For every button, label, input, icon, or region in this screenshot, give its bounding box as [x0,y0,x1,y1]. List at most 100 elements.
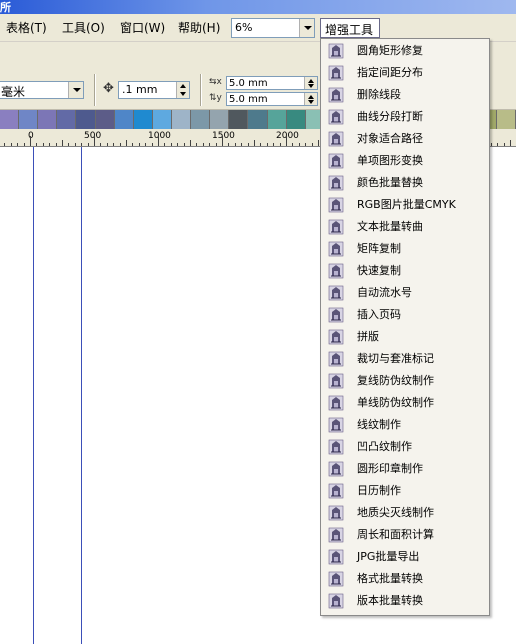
menu-item-label: 自动流水号 [357,286,412,299]
ruler-tick [235,143,236,146]
menu-item[interactable]: 日历制作 [321,480,489,502]
menu-item[interactable]: 线纹制作 [321,414,489,436]
menu-item[interactable]: 文本批量转曲 [321,216,489,238]
menu-table[interactable]: 表格(T) [6,21,47,35]
ruler-tick [17,143,18,146]
guide-line[interactable] [81,147,82,644]
menu-help[interactable]: 帮助(H) [178,21,220,35]
ruler-label: 1500 [212,131,235,141]
menu-item-label: 删除线段 [357,88,401,101]
color-swatch[interactable] [133,110,153,129]
toolbar-separator [200,74,202,106]
menu-item-label: JPG批量导出 [357,550,420,563]
menu-item[interactable]: 凹凸纹制作 [321,436,489,458]
color-swatch[interactable] [496,110,516,129]
tool-icon [328,461,344,477]
menu-item[interactable]: 裁切与套准标记 [321,348,489,370]
menu-item-label: 曲线分段打断 [357,110,423,123]
tool-icon [328,263,344,279]
color-swatch[interactable] [267,110,287,129]
color-swatch[interactable] [152,110,172,129]
unit-dropdown-arrow-icon[interactable] [68,82,83,98]
ruler-tick [292,143,293,146]
color-swatch[interactable] [19,110,39,129]
menu-item-label: 颜色批量替换 [357,176,423,189]
ruler-tick [30,136,31,146]
unit-select[interactable]: 毫米 [0,81,84,99]
ruler-tick [280,143,281,146]
ruler-tick [145,143,146,146]
tool-icon [328,307,344,323]
color-swatch[interactable] [248,110,268,129]
tool-icon [328,593,344,609]
color-swatch[interactable] [95,110,115,129]
menu-item[interactable]: 版本批量转换 [321,590,489,612]
duplicate-x-icon: ⇆x [209,77,222,87]
duplicate-x-spinner[interactable] [304,77,317,89]
color-swatch[interactable] [38,110,58,129]
menu-item[interactable]: 删除线段 [321,84,489,106]
tool-icon [328,329,344,345]
color-swatch[interactable] [229,110,249,129]
menu-item[interactable]: 周长和面积计算 [321,524,489,546]
color-swatch[interactable] [57,110,77,129]
ruler-tick [139,143,140,146]
menu-item[interactable]: 颜色批量替换 [321,172,489,194]
zoom-dropdown-arrow-icon[interactable] [299,19,314,37]
menu-item[interactable]: 地质尖灭线制作 [321,502,489,524]
color-swatch[interactable] [210,110,230,129]
tool-icon [328,527,344,543]
menu-item[interactable]: 插入页码 [321,304,489,326]
menu-item[interactable]: 快速复制 [321,260,489,282]
menu-item-label: 复线防伪纹制作 [357,374,434,387]
menu-tools[interactable]: 工具(O) [62,21,105,35]
ruler-tick [171,143,172,146]
tool-icon [328,351,344,367]
zoom-level-select[interactable]: 6% [231,18,315,38]
duplicate-y-icon: ⇅y [209,93,222,103]
tool-icon [328,87,344,103]
color-swatch[interactable] [286,110,306,129]
ruler-tick [267,143,268,146]
ruler-tick [299,143,300,146]
ruler-tick [510,140,511,146]
menu-window[interactable]: 窗口(W) [120,21,165,35]
menu-item[interactable]: 指定间距分布 [321,62,489,84]
duplicate-y-spinner[interactable] [304,93,317,105]
ruler-tick [318,140,319,146]
duplicate-y-input[interactable]: 5.0 mm [226,92,318,106]
menu-item[interactable]: 格式批量转换 [321,568,489,590]
toolbar-separator [94,74,96,106]
menu-item[interactable]: 圆形印章制作 [321,458,489,480]
menu-item[interactable]: 复线防伪纹制作 [321,370,489,392]
nudge-spinner[interactable] [176,82,189,98]
menu-item-label: 版本批量转换 [357,594,423,607]
unit-value: 毫米 [1,85,26,99]
menu-item-label: 地质尖灭线制作 [357,506,434,519]
menu-item[interactable]: 单线防伪纹制作 [321,392,489,414]
tool-icon [328,395,344,411]
menu-enhanced-tools[interactable]: 增强工具 [320,18,380,38]
color-swatch[interactable] [114,110,134,129]
menu-item[interactable]: 曲线分段打断 [321,106,489,128]
nudge-distance-input[interactable]: .1 mm [118,81,190,99]
menu-item[interactable]: RGB图片批量CMYK [321,194,489,216]
guide-line[interactable] [33,147,34,644]
menu-item[interactable]: JPG批量导出 [321,546,489,568]
ruler-tick [107,143,108,146]
color-swatch[interactable] [191,110,211,129]
menu-item[interactable]: 拼版 [321,326,489,348]
color-swatch[interactable] [76,110,96,129]
nudge-icon: ✥ [103,81,114,96]
tool-icon [328,219,344,235]
menu-item[interactable]: 单项图形变换 [321,150,489,172]
ruler-tick [305,143,306,146]
menu-item[interactable]: 对象适合路径 [321,128,489,150]
menu-item[interactable]: 矩阵复制 [321,238,489,260]
duplicate-x-input[interactable]: 5.0 mm [226,76,318,90]
menu-item[interactable]: 圆角矩形修复 [321,40,489,62]
color-swatch[interactable] [0,110,20,129]
menu-item[interactable]: 自动流水号 [321,282,489,304]
menu-item-label: 快速复制 [357,264,401,277]
color-swatch[interactable] [171,110,192,129]
